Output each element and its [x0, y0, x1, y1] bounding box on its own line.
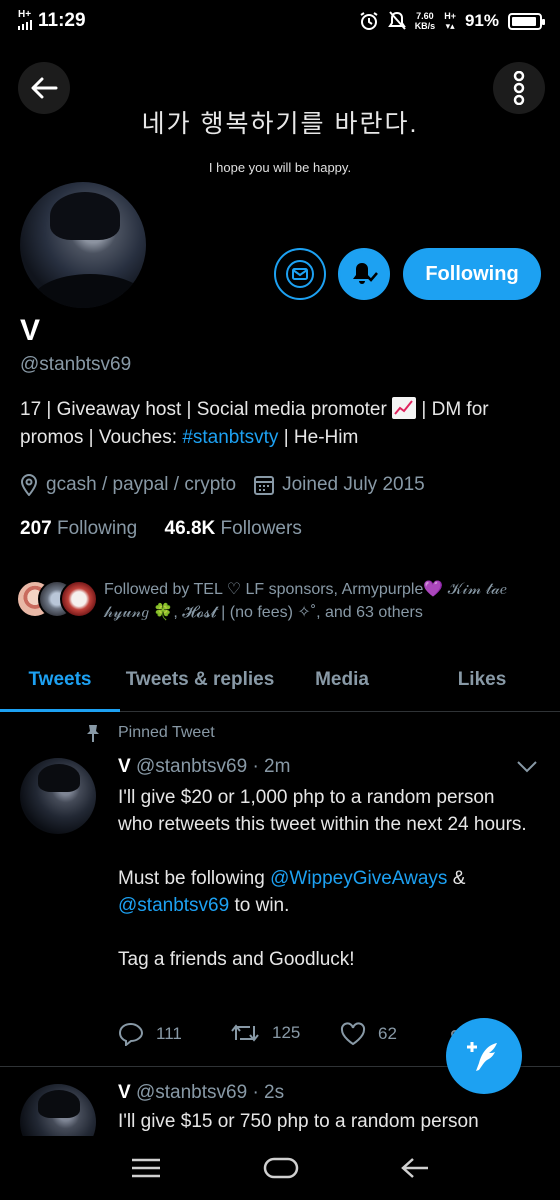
- tweet-time: · 2m: [252, 756, 291, 777]
- tweet-paragraph-2: Must be following @WippeyGiveAways & @st…: [118, 865, 528, 919]
- mention-link[interactable]: @stanbtsv69: [118, 895, 229, 916]
- tab-tweets-replies[interactable]: Tweets & replies: [120, 648, 280, 711]
- retweet-icon: [231, 1024, 259, 1042]
- tab-likes[interactable]: Likes: [404, 648, 560, 711]
- tweet-paragraph-1: I'll give $15 or 750 php to a random per…: [118, 1111, 479, 1132]
- alarm-icon: [360, 12, 378, 30]
- profile-bio: 17 | Giveaway host | Social media promot…: [20, 396, 545, 452]
- notifications-button[interactable]: [338, 248, 390, 300]
- data-arrows-icon: ▾▴: [445, 21, 455, 31]
- reply-icon: [118, 1022, 144, 1046]
- profile-joined-date: Joined July 2015: [282, 474, 425, 495]
- profile-location: gcash / paypal / crypto: [46, 474, 237, 495]
- tweet-paragraph-1: I'll give $20 or 1,000 php to a random p…: [118, 787, 527, 835]
- signal-indicator: H+: [18, 8, 32, 33]
- tweet-author-name: V: [118, 756, 131, 777]
- profile-name: V: [20, 314, 41, 347]
- network-type: H+ ▾▴: [444, 11, 456, 31]
- battery-icon: [508, 12, 545, 30]
- bio-text-1: 17 | Giveaway host | Social media promot…: [20, 399, 387, 420]
- mutual-avatar: [60, 580, 98, 618]
- profile-stats: 207 Following 46.8K Followers: [20, 518, 302, 540]
- following-button[interactable]: Following: [403, 248, 541, 300]
- home-icon[interactable]: [263, 1156, 299, 1180]
- more-options-button[interactable]: [493, 62, 545, 114]
- tweet-text-segment: Must be following: [118, 868, 265, 889]
- signal-type: H+: [18, 8, 32, 20]
- tweet-text[interactable]: I'll give $20 or 1,000 php to a random p…: [118, 784, 528, 973]
- banner-korean-text: 네가 행복하기를 바란다.: [141, 110, 419, 138]
- reply-count: 111: [156, 1024, 182, 1043]
- mutual-followers-avatars[interactable]: [16, 580, 100, 620]
- bio-hashtag-link[interactable]: #stanbtsvty: [182, 427, 278, 448]
- followed-by-text[interactable]: Followed by TEL ♡ LF sponsors, Armypurpl…: [104, 578, 544, 624]
- network-label: H+: [444, 11, 456, 21]
- profile-meta: gcash / paypal / crypto Joined July 2015: [20, 474, 425, 496]
- tweet-text[interactable]: I'll give $15 or 750 php to a random per…: [118, 1108, 528, 1136]
- like-button[interactable]: 62: [340, 1022, 397, 1046]
- bell-check-icon: [353, 263, 378, 284]
- reply-button[interactable]: 111: [118, 1022, 182, 1046]
- tweet-paragraph-3: Tag a friends and Goodluck!: [118, 949, 355, 970]
- compose-tweet-button[interactable]: [446, 1018, 522, 1094]
- signal-icon: [18, 19, 32, 30]
- tweet-author-handle: @stanbtsv69: [135, 756, 248, 777]
- followers-label: Followers: [220, 518, 302, 539]
- status-bar: H+ 11:29 7.60 KB/s H+ ▾▴ 91%: [0, 0, 560, 42]
- message-button[interactable]: [274, 248, 326, 300]
- following-stat[interactable]: 207 Following: [20, 518, 137, 539]
- tweet-author-handle: @stanbtsv69: [135, 1082, 248, 1103]
- battery-fill: [512, 16, 536, 26]
- tab-tweets[interactable]: Tweets: [0, 648, 120, 712]
- profile-avatar[interactable]: [16, 178, 150, 312]
- bio-text-3: | He-Him: [283, 427, 359, 448]
- following-count: 207: [20, 518, 52, 539]
- mention-link[interactable]: @WippeyGiveAways: [270, 868, 447, 889]
- mail-icon: [286, 260, 314, 288]
- followers-count: 46.8K: [164, 518, 216, 539]
- back-icon[interactable]: [400, 1156, 430, 1180]
- clover-emoji: 🍀: [153, 604, 174, 621]
- clock: 11:29: [38, 10, 86, 31]
- followed-by-part-3: , 𝓗𝓸𝓼𝓽 | (no fees) ✧˚, and 63 others: [173, 604, 423, 621]
- followed-by-part-1: Followed by TEL ♡ LF sponsors, Armypurpl…: [104, 581, 424, 598]
- tweet-author-name: V: [118, 1082, 131, 1103]
- calendar-icon: [254, 475, 275, 495]
- mute-bell-icon: [387, 11, 406, 30]
- location-pin-icon: [20, 474, 38, 496]
- tab-media[interactable]: Media: [280, 648, 404, 711]
- compose-feather-icon: [467, 1042, 497, 1071]
- like-count: 62: [378, 1024, 397, 1043]
- pin-icon: [87, 725, 99, 742]
- android-nav-bar: [0, 1136, 560, 1200]
- retweet-button[interactable]: 125: [230, 1022, 300, 1044]
- pinned-label: Pinned Tweet: [118, 724, 215, 741]
- more-vertical-icon: [513, 71, 525, 105]
- tweet-text-segment: &: [452, 868, 466, 889]
- pinned-indicator: Pinned Tweet: [86, 724, 215, 742]
- retweet-count: 125: [272, 1023, 301, 1042]
- net-speed-value: 7.60: [416, 11, 434, 21]
- banner-english-text: I hope you will be happy.: [208, 160, 352, 175]
- purple-heart-emoji: 💜: [423, 581, 444, 598]
- back-arrow-icon: [31, 77, 58, 99]
- following-label: Following: [56, 518, 138, 539]
- tweet-avatar[interactable]: [20, 758, 96, 834]
- tweet-time: · 2s: [252, 1082, 285, 1103]
- net-speed-unit: KB/s: [414, 21, 436, 31]
- chevron-down-icon[interactable]: [516, 760, 538, 774]
- heart-icon: [340, 1022, 366, 1046]
- menu-icon[interactable]: [130, 1157, 162, 1179]
- tweet-header: V @stanbtsv69 · 2m: [118, 756, 290, 778]
- tweet-header: V @stanbtsv69 · 2s: [118, 1082, 284, 1104]
- profile-tabs: Tweets Tweets & replies Media Likes: [0, 648, 560, 712]
- chart-increasing-icon: [392, 397, 417, 419]
- battery-percent: 91%: [464, 11, 499, 30]
- network-speed: 7.60 KB/s: [415, 11, 436, 31]
- tweet-text-segment: to win.: [234, 895, 290, 916]
- profile-handle: @stanbtsv69: [20, 354, 132, 375]
- followers-stat[interactable]: 46.8K Followers: [165, 518, 302, 539]
